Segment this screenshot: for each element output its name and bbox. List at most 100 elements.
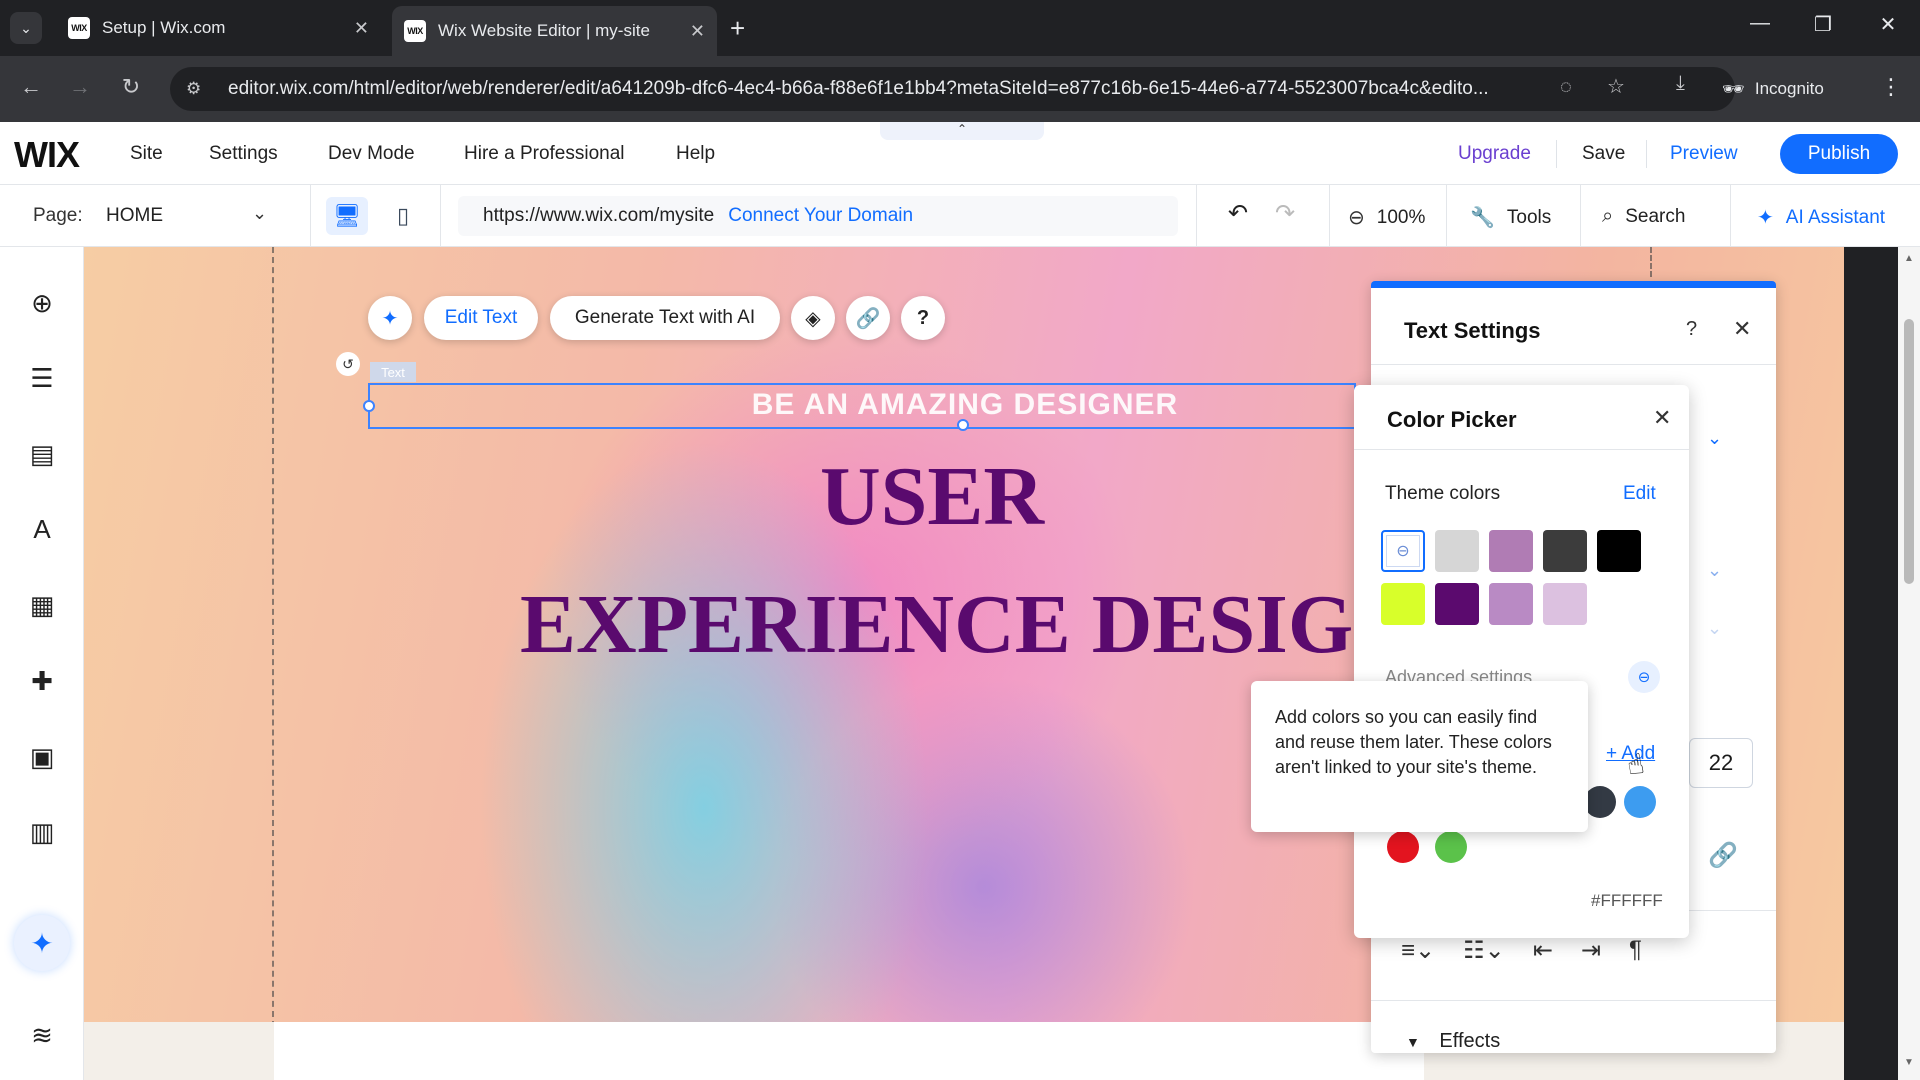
close-tab-icon[interactable]: ✕ bbox=[690, 21, 705, 42]
menu-settings[interactable]: Settings bbox=[209, 143, 278, 165]
bullet-list-icon[interactable]: ☷⌄ bbox=[1463, 936, 1505, 965]
theme-swatch[interactable] bbox=[1543, 583, 1587, 625]
animation-icon[interactable]: ◈ bbox=[791, 296, 835, 340]
chevron-down-icon[interactable]: ⌄ bbox=[1707, 428, 1722, 449]
zoom-control[interactable]: ⊖ 100% bbox=[1348, 205, 1425, 230]
bookmark-star-icon[interactable]: ☆ bbox=[1607, 74, 1625, 99]
back-arrow-icon[interactable]: ← bbox=[16, 74, 46, 100]
ai-tools-sparkle-icon[interactable]: ✦ bbox=[14, 915, 70, 971]
add-elements-icon[interactable]: ⊕ bbox=[24, 285, 60, 321]
scroll-up-icon[interactable]: ▲ bbox=[1904, 253, 1914, 264]
pages-icon[interactable]: ▤ bbox=[24, 436, 60, 472]
theme-swatch-selected[interactable]: ⊖ bbox=[1381, 530, 1425, 572]
theme-swatch[interactable] bbox=[1381, 583, 1425, 625]
close-icon[interactable]: ✕ bbox=[1653, 405, 1671, 431]
decrease-indent-icon[interactable]: ⇤ bbox=[1533, 936, 1553, 965]
mobile-view-icon[interactable]: ▯ bbox=[382, 197, 424, 235]
resize-handle[interactable] bbox=[957, 419, 969, 431]
link-icon[interactable]: 🔗 bbox=[846, 296, 890, 340]
ai-sparkle-icon[interactable]: ✦ bbox=[368, 296, 412, 340]
collapse-top-bar-chevron-icon[interactable]: ⌃ bbox=[880, 122, 1044, 140]
custom-color-swatch[interactable] bbox=[1435, 831, 1467, 863]
redo-icon[interactable]: ↷ bbox=[1275, 199, 1295, 228]
menu-help[interactable]: Help bbox=[676, 143, 715, 165]
resize-handle[interactable] bbox=[363, 400, 375, 412]
align-center-icon[interactable]: ≡⌄ bbox=[1401, 936, 1435, 965]
edit-text-button[interactable]: Edit Text bbox=[424, 296, 538, 340]
effects-section-toggle[interactable]: ▼ Effects bbox=[1406, 1030, 1500, 1053]
scroll-down-icon[interactable]: ▼ bbox=[1904, 1057, 1914, 1068]
divider bbox=[1580, 185, 1581, 247]
connect-domain-link[interactable]: Connect Your Domain bbox=[728, 205, 913, 227]
font-size-input[interactable]: 22 bbox=[1689, 738, 1753, 788]
scrollbar-thumb[interactable] bbox=[1904, 319, 1914, 584]
theme-swatch[interactable] bbox=[1597, 530, 1641, 572]
close-tab-icon[interactable]: ✕ bbox=[354, 18, 369, 39]
custom-color-swatch[interactable] bbox=[1387, 831, 1419, 863]
upgrade-button[interactable]: Upgrade bbox=[1458, 143, 1531, 165]
publish-button[interactable]: Publish bbox=[1780, 134, 1898, 174]
link-icon[interactable]: ⊖ bbox=[1628, 661, 1660, 693]
divider bbox=[1329, 185, 1330, 247]
text-selection-frame[interactable] bbox=[363, 383, 1356, 431]
menu-dev-mode[interactable]: Dev Mode bbox=[328, 143, 415, 165]
menu-hire-professional[interactable]: Hire a Professional bbox=[464, 143, 625, 165]
chevron-down-icon[interactable]: ⌄ bbox=[1707, 618, 1722, 639]
theme-swatch[interactable] bbox=[1435, 583, 1479, 625]
text-direction-icon[interactable]: ¶ bbox=[1629, 936, 1642, 965]
add-apps-icon[interactable]: ▦ bbox=[24, 587, 60, 623]
media-icon[interactable]: ▣ bbox=[24, 739, 60, 775]
incognito-indicator[interactable]: 🕶 Incognito bbox=[1722, 70, 1877, 108]
link-icon[interactable]: 🔗 bbox=[1708, 841, 1738, 870]
new-tab-plus-icon[interactable]: + bbox=[730, 14, 745, 42]
business-apps-icon[interactable]: ✚ bbox=[24, 663, 60, 699]
eye-off-icon[interactable]: ◌ bbox=[1560, 76, 1572, 99]
headline-user[interactable]: USER bbox=[820, 448, 1044, 545]
ai-assistant-button[interactable]: ✦ AI Assistant bbox=[1757, 205, 1885, 230]
undo-icon[interactable]: ↶ bbox=[1228, 199, 1248, 228]
headline-experience-designer[interactable]: EXPERIENCE DESIGNER bbox=[520, 576, 1370, 673]
close-icon[interactable]: ✕ bbox=[1733, 316, 1751, 342]
save-button[interactable]: Save bbox=[1582, 143, 1625, 165]
menu-site[interactable]: Site bbox=[130, 143, 163, 165]
help-icon[interactable]: ? bbox=[1686, 318, 1697, 341]
canvas-scrollbar[interactable]: ▲ ▼ bbox=[1898, 247, 1920, 1080]
tab-search-chevron-icon[interactable]: ⌄ bbox=[10, 12, 42, 44]
download-icon[interactable]: ⤓ bbox=[1676, 72, 1685, 95]
preview-button[interactable]: Preview bbox=[1670, 143, 1738, 165]
browser-tab-setup[interactable]: WIX Setup | Wix.com ✕ bbox=[56, 8, 381, 48]
theme-swatch[interactable] bbox=[1489, 583, 1533, 625]
search-icon: ⌕ bbox=[1602, 205, 1614, 227]
theme-swatch[interactable] bbox=[1435, 530, 1479, 572]
url-omnibox[interactable]: ⚙ editor.wix.com/html/editor/web/rendere… bbox=[170, 67, 1735, 111]
help-icon[interactable]: ? bbox=[901, 296, 945, 340]
window-close-icon[interactable]: ✕ bbox=[1868, 12, 1908, 37]
restore-icon[interactable]: ❐ bbox=[1803, 12, 1843, 37]
page-selector[interactable]: HOME bbox=[106, 205, 163, 227]
add-section-icon[interactable]: ☰ bbox=[24, 360, 60, 396]
generate-text-ai-button[interactable]: Generate Text with AI bbox=[550, 296, 780, 340]
custom-color-swatch[interactable] bbox=[1584, 786, 1616, 818]
tools-button[interactable]: 🔧 Tools bbox=[1470, 205, 1551, 230]
minimize-icon[interactable]: — bbox=[1740, 12, 1780, 35]
wix-logo[interactable]: WIX bbox=[14, 134, 80, 176]
chevron-down-icon[interactable]: ⌄ bbox=[1707, 560, 1722, 581]
theme-swatch[interactable] bbox=[1543, 530, 1587, 572]
theme-swatch[interactable] bbox=[1489, 530, 1533, 572]
search-button[interactable]: ⌕ Search bbox=[1602, 205, 1685, 228]
chevron-down-icon[interactable]: ⌄ bbox=[252, 203, 267, 224]
hex-value[interactable]: #FFFFFF bbox=[1591, 891, 1663, 911]
layers-icon[interactable]: ≋ bbox=[24, 1017, 60, 1053]
rotate-icon[interactable]: ↺ bbox=[336, 352, 360, 376]
custom-color-swatch[interactable] bbox=[1624, 786, 1656, 818]
edit-theme-colors-link[interactable]: Edit bbox=[1623, 483, 1656, 505]
site-settings-icon[interactable]: ⚙ bbox=[186, 79, 212, 99]
reload-icon[interactable]: ↻ bbox=[116, 74, 146, 100]
site-design-icon[interactable]: A bbox=[24, 511, 60, 547]
increase-indent-icon[interactable]: ⇥ bbox=[1581, 936, 1601, 965]
desktop-view-icon[interactable]: 🖥 bbox=[326, 197, 368, 235]
cms-icon[interactable]: ▥ bbox=[24, 814, 60, 850]
browser-tab-editor[interactable]: WIX Wix Website Editor | my-site ✕ bbox=[392, 6, 717, 56]
forward-arrow-icon[interactable]: → bbox=[65, 74, 95, 100]
browser-menu-icon[interactable]: ⋮ bbox=[1880, 74, 1902, 100]
